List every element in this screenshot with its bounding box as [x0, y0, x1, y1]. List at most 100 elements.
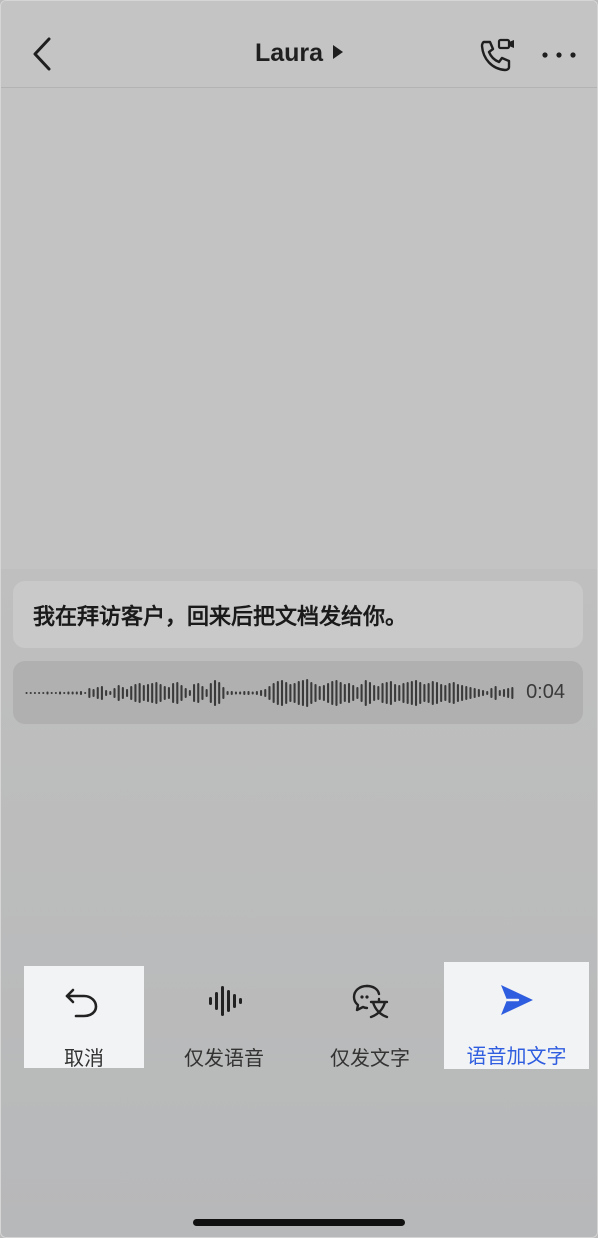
waveform-bar [239, 691, 242, 695]
waveform-bar [264, 689, 267, 697]
waveform-bar [477, 689, 480, 697]
waveform-bar [63, 692, 66, 694]
waveform-bar [167, 687, 170, 699]
speech-to-text-icon [352, 984, 389, 1019]
waveform-bar [247, 691, 250, 695]
phone-screen: Laura 我在拜访客户，回来后把文档发给你。 0:04 取消 仅发语音 仅发文… [0, 0, 598, 1238]
waveform-bar [29, 692, 32, 694]
waveform-bar [360, 684, 363, 702]
waveform-bar [25, 692, 28, 694]
waveform-bar [352, 685, 355, 701]
waveform-bar [465, 686, 468, 700]
waveform-bar [347, 683, 351, 703]
send-voice-only-label: 仅发语音 [184, 1048, 264, 1070]
waveform-bar [297, 681, 300, 705]
waveform-bar [142, 685, 145, 701]
waveform-bar [230, 691, 233, 695]
contact-name[interactable]: Laura [255, 39, 323, 67]
send-voice-only-button[interactable]: 仅发语音 [169, 966, 279, 1070]
waveform-bar [456, 684, 459, 702]
more-dots-icon[interactable] [539, 43, 579, 67]
waveform-bar [134, 684, 137, 702]
waveform-bar [201, 686, 204, 700]
send-voice-and-text-label: 语音加文字 [466, 1046, 567, 1068]
send-voice-and-text-button[interactable]: 语音加文字 [444, 962, 589, 1069]
waveform-bar [498, 690, 501, 696]
waveform-bar [310, 682, 313, 704]
waveform-bar [126, 689, 129, 697]
undo-icon [65, 988, 98, 1018]
waveform-bar [301, 680, 304, 706]
waveform-bar [138, 683, 141, 703]
waveform-bar [306, 679, 309, 707]
waveform-bar [331, 681, 334, 705]
waveform-bar [84, 692, 87, 694]
waveform-bar [172, 683, 175, 703]
waveform-bar [394, 684, 397, 702]
transcript-card[interactable]: 我在拜访客户，回来后把文档发给你。 [13, 581, 583, 648]
waveform-bar [255, 691, 258, 695]
waveform-bar [377, 686, 380, 700]
waveform-bar [180, 685, 183, 701]
send-text-only-button[interactable]: 仅发文字 [315, 966, 425, 1070]
waveform-bar [251, 691, 254, 695]
waveform-bar [222, 687, 225, 699]
waveform-bar [121, 687, 124, 699]
waveform-bar [218, 682, 221, 704]
chat-header: Laura [1, 1, 597, 88]
voice-message-card[interactable]: 0:04 [13, 661, 583, 724]
waveform-bar [155, 682, 158, 704]
waveform-bar [75, 691, 78, 695]
phone-video-icon[interactable] [477, 37, 517, 73]
waveform-bar [435, 682, 439, 704]
waveform-bar [473, 688, 476, 698]
waveform-bar [209, 683, 212, 703]
waveform-bar [42, 692, 45, 694]
waveform-bar [444, 685, 447, 701]
waveform-bar [398, 685, 401, 701]
caret-right-icon [333, 45, 344, 59]
waveform-bar [502, 689, 506, 697]
waveform-bar [96, 687, 99, 699]
waveform-bar [285, 682, 288, 704]
waveform-bar [226, 691, 229, 695]
waveform-bar [490, 688, 493, 698]
waveform-bar [419, 682, 422, 704]
waveform-bar [59, 691, 62, 695]
waveform-bar [343, 684, 346, 702]
waveform-bar [414, 680, 418, 706]
waveform-bar [50, 692, 53, 694]
waveform-bar [276, 681, 279, 705]
waveform-bar [184, 688, 187, 698]
waveform-bar [511, 687, 514, 699]
waveform-bar [109, 691, 112, 695]
waveform-bar [260, 690, 263, 696]
waveform-bar [364, 680, 367, 706]
waveform-bar [243, 691, 246, 695]
waveform-bar [67, 691, 70, 695]
waveform-bar [280, 680, 284, 706]
waveform-bar [117, 685, 120, 701]
waveform-icon [25, 679, 514, 707]
chat-message-area [1, 88, 597, 569]
waveform-bar [448, 683, 451, 703]
send-icon [501, 985, 533, 1015]
waveform-bar [159, 684, 162, 702]
waveform-bar [151, 683, 154, 703]
waveform-bar [146, 684, 150, 702]
waveform-bar [318, 686, 321, 700]
waveform-bar [176, 682, 179, 704]
waveform-bar [469, 687, 472, 699]
waveform-bar [213, 680, 217, 706]
waveform-bar [54, 692, 57, 694]
waveform-bar [494, 686, 497, 700]
waveform-bar [314, 684, 317, 702]
waveform-bar [193, 684, 196, 702]
voice-duration: 0:04 [526, 681, 565, 703]
waveform-bar [163, 686, 166, 700]
waveform-bar [385, 682, 388, 704]
waveform-bar [431, 681, 434, 705]
cancel-button[interactable]: 取消 [24, 966, 144, 1070]
waveform-bar [507, 688, 510, 698]
transcript-text[interactable]: 我在拜访客户，回来后把文档发给你。 [33, 604, 407, 629]
